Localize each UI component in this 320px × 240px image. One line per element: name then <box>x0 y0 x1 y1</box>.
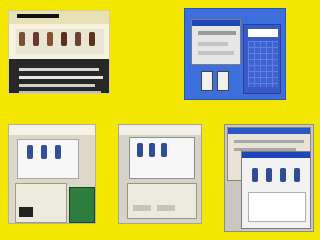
figure-icon <box>55 145 61 159</box>
figure-icon <box>149 143 155 157</box>
figure-icon <box>161 143 167 157</box>
window-row <box>198 42 228 46</box>
window-title-bar <box>242 152 310 158</box>
screenshot-collage <box>0 0 318 240</box>
top-bar <box>9 125 95 135</box>
row-strip-icon <box>19 76 103 79</box>
window-title-bar <box>228 128 310 134</box>
thumbnail-5[interactable] <box>224 124 314 232</box>
window-title-bar <box>192 20 240 26</box>
figure-icon <box>217 71 229 91</box>
figure-icon <box>280 168 286 182</box>
thumbnail-4[interactable] <box>118 124 202 224</box>
figure-icon <box>294 168 300 182</box>
row-strip-icon <box>19 84 95 87</box>
dark-marker-icon <box>19 207 33 217</box>
content-panel <box>248 192 306 222</box>
row-strip-icon <box>19 68 99 71</box>
figure-icon <box>61 32 67 46</box>
thumbnail-2[interactable] <box>184 8 286 100</box>
calendar-grid <box>248 41 278 87</box>
figure-icon <box>41 145 47 159</box>
figure-icon <box>75 32 81 46</box>
bottom-panel <box>15 183 67 223</box>
calendar-header <box>248 29 278 37</box>
dialog-button <box>133 205 151 211</box>
figure-icon <box>47 32 53 46</box>
calendar-window <box>243 24 281 94</box>
figure-icon <box>19 32 25 46</box>
green-card-icon <box>69 187 95 223</box>
left-window <box>191 19 241 65</box>
row-strip-icon <box>19 91 101 93</box>
window-toolbar <box>198 31 236 35</box>
figure-icon <box>137 143 143 157</box>
thumbnail-1[interactable] <box>8 10 110 94</box>
figure-icon <box>89 32 95 46</box>
figure-icon <box>27 145 33 159</box>
window-row <box>198 51 234 55</box>
top-bar <box>119 125 201 135</box>
figure-icon <box>33 32 39 46</box>
figure-icon <box>252 168 258 182</box>
front-window <box>241 151 311 229</box>
dialog-button <box>157 205 175 211</box>
window-row <box>234 140 304 143</box>
thumbnail-3[interactable] <box>8 124 96 224</box>
figure-icon <box>201 71 213 91</box>
title-mark-icon <box>17 14 59 18</box>
figure-icon <box>266 168 272 182</box>
dialog-panel <box>127 183 197 219</box>
